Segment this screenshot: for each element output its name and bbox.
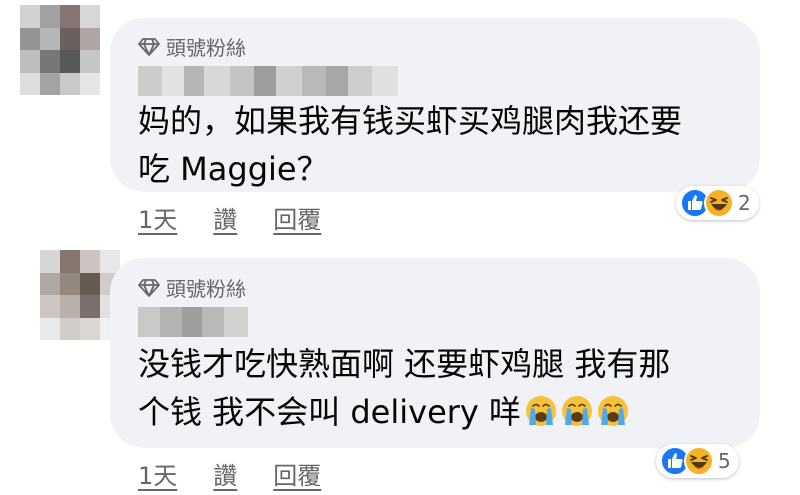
reply-button[interactable]: 回覆	[273, 456, 321, 491]
diamond-icon	[138, 278, 160, 297]
crying-face-icon	[562, 396, 593, 426]
comment-actions: 1天 讚 回覆	[138, 200, 321, 235]
comment-line-2: 个钱 我不会叫 delivery 咩	[138, 388, 670, 436]
top-fan-badge: 頭號粉絲	[138, 273, 246, 302]
avatar[interactable]	[20, 5, 100, 95]
haha-icon	[684, 446, 714, 476]
timestamp-link[interactable]: 1天	[138, 200, 177, 235]
crying-face-icon	[526, 396, 557, 426]
like-button[interactable]: 讚	[213, 200, 237, 235]
comment-line-1: 没钱才吃快熟面啊 还要虾鸡腿 我有那	[138, 345, 671, 383]
comment-line-1: 妈的，如果我有钱买虾买鸡腿肉我还要	[138, 102, 683, 140]
reaction-summary[interactable]: 2	[676, 186, 759, 220]
reply-button[interactable]: 回覆	[273, 200, 321, 235]
reaction-count: 2	[738, 191, 751, 215]
reaction-summary[interactable]: 5	[656, 444, 739, 478]
comment-line-2-text: 个钱 我不会叫 delivery 咩	[138, 393, 522, 431]
comment-text: 妈的，如果我有钱买虾买鸡腿肉我还要 吃 Maggie？	[138, 97, 682, 193]
badge-label: 頭號粉絲	[166, 36, 246, 60]
crying-face-icon	[598, 396, 629, 426]
comment-actions: 1天 讚 回覆	[138, 456, 321, 491]
comment-line-2: 吃 Maggie？	[138, 150, 329, 188]
commenter-name-blurred[interactable]	[138, 307, 248, 337]
avatar[interactable]	[40, 250, 120, 340]
like-button[interactable]: 讚	[213, 456, 237, 491]
haha-icon	[704, 188, 734, 218]
badge-label: 頭號粉絲	[166, 277, 246, 301]
diamond-icon	[138, 37, 160, 56]
comment-text: 没钱才吃快熟面啊 还要虾鸡腿 我有那 个钱 我不会叫 delivery 咩	[138, 340, 670, 436]
commenter-name-blurred[interactable]	[138, 66, 398, 96]
timestamp-link[interactable]: 1天	[138, 456, 177, 491]
top-fan-badge: 頭號粉絲	[138, 32, 246, 61]
reaction-count: 5	[718, 449, 731, 473]
